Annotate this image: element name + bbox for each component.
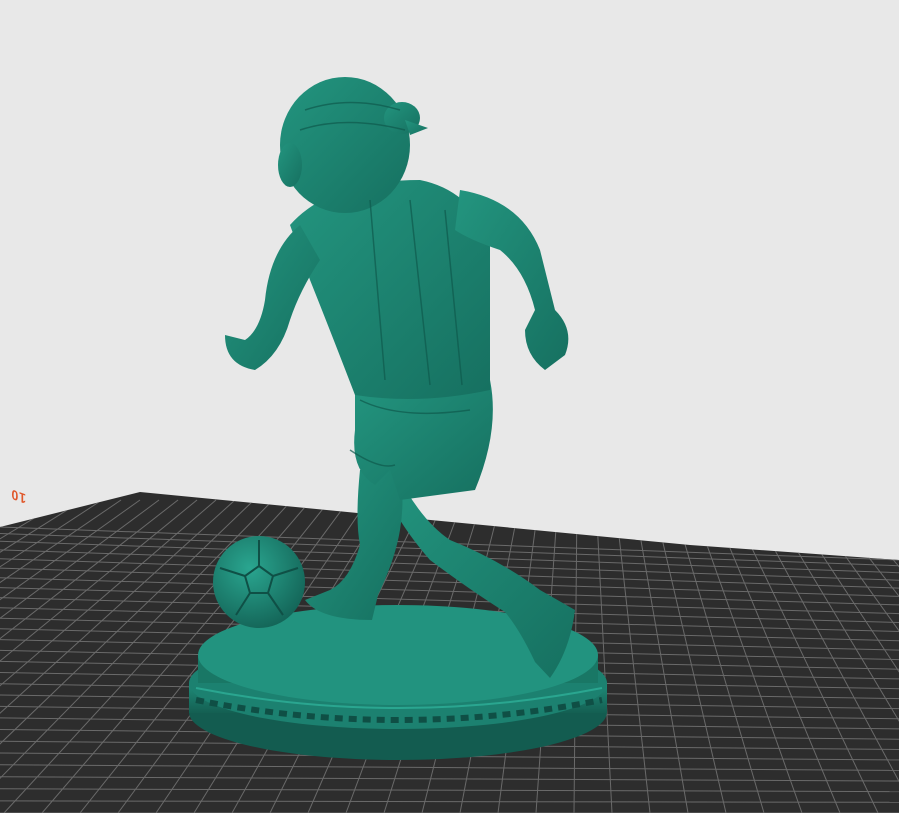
soccer-ball xyxy=(213,536,305,628)
3d-viewport[interactable]: 10 xyxy=(0,0,899,813)
scene-canvas[interactable] xyxy=(0,0,899,813)
